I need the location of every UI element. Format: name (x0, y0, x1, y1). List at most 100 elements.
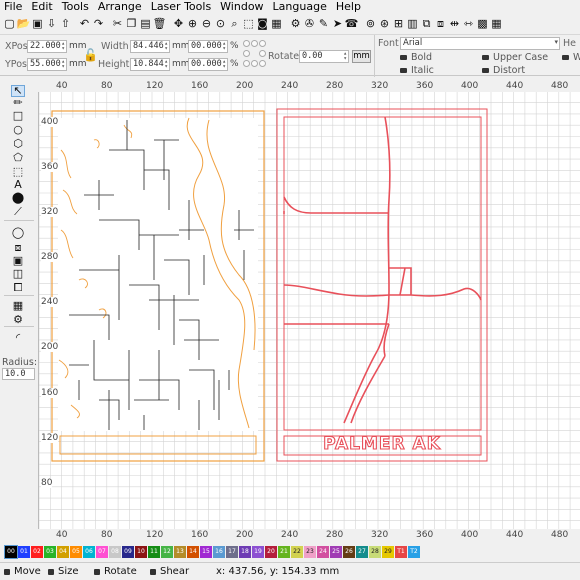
palette-color-26[interactable]: 26 (343, 545, 355, 558)
weld-icon[interactable]: ⧈ (11, 242, 25, 254)
text-icon[interactable]: A (11, 179, 25, 191)
font-select[interactable]: Arial ▾ (400, 37, 560, 50)
trace-image-icon[interactable]: ▦ (270, 17, 283, 31)
copy-icon[interactable]: ❐ (125, 17, 138, 31)
menu-language[interactable]: Language (273, 0, 327, 14)
palette-color-T1[interactable]: T1 (395, 545, 407, 558)
save-icon[interactable]: ▣ (31, 17, 44, 31)
undo-icon[interactable]: ↶ (78, 17, 91, 31)
menu-arrange[interactable]: Arrange (98, 0, 142, 14)
palette-color-24[interactable]: 24 (317, 545, 329, 558)
align-icon[interactable]: ⊞ (392, 17, 405, 31)
distribute-icon[interactable]: ▥ (406, 17, 419, 31)
open-file-icon[interactable]: 📂 (17, 17, 31, 31)
map-title-text[interactable]: PALMER AK (323, 433, 441, 454)
text-box-icon[interactable]: ⬚ (11, 166, 25, 178)
bold-option[interactable]: Bold (400, 52, 432, 63)
palette-color-11[interactable]: 11 (148, 545, 160, 558)
menu-edit[interactable]: Edit (31, 0, 52, 14)
group-icon[interactable]: ⧉ (420, 17, 433, 31)
cut-icon[interactable]: ✂ (111, 17, 124, 31)
zoom-window-icon[interactable]: ⌕ (228, 17, 241, 31)
scale-height-input[interactable]: 00.000 ▴ ▾ (188, 58, 228, 71)
palette-color-19[interactable]: 19 (252, 545, 264, 558)
palette-color-04[interactable]: 04 (57, 545, 69, 558)
rotate-input[interactable]: 0.00 ▴ ▾ (299, 50, 349, 63)
palette-color-29[interactable]: 29 (382, 545, 394, 558)
edit-nodes-icon[interactable]: ⬠ (11, 152, 25, 164)
notification-icon[interactable]: ☎ (345, 17, 359, 31)
palette-color-10[interactable]: 10 (135, 545, 147, 558)
map-panel-right[interactable]: PALMER AK (276, 108, 488, 462)
menu-file[interactable]: File (4, 0, 22, 14)
array-grid-icon[interactable]: ▦ (11, 300, 25, 312)
map-panel-left[interactable] (51, 110, 265, 462)
palette-color-09[interactable]: 09 (122, 545, 134, 558)
zoom-in-icon[interactable]: ⊕ (186, 17, 199, 31)
palette-color-06[interactable]: 06 (83, 545, 95, 558)
delete-icon[interactable]: 🗑 (153, 17, 167, 31)
position-pin-icon[interactable]: ⬤ (11, 192, 25, 204)
new-file-icon[interactable]: ▢ (3, 17, 16, 31)
palette-color-21[interactable]: 21 (278, 545, 290, 558)
distort-option[interactable]: Distort (482, 65, 525, 76)
palette-color-28[interactable]: 28 (369, 545, 381, 558)
status-move[interactable]: Move (4, 566, 41, 577)
export-icon[interactable]: ⇧ (59, 17, 72, 31)
settings-icon[interactable]: ⚙ (289, 17, 302, 31)
anchor-point-bc[interactable] (251, 60, 258, 67)
rectangle-icon[interactable]: □ (11, 110, 25, 122)
width-input[interactable]: 84.446 ▴ ▾ (130, 40, 170, 53)
anchor-point-tr[interactable] (259, 40, 266, 47)
palette-color-02[interactable]: 02 (31, 545, 43, 558)
anchor-point-tl[interactable] (243, 40, 250, 47)
palette-color-05[interactable]: 05 (70, 545, 82, 558)
arrange-icon[interactable]: ▩ (476, 17, 489, 31)
mirror-icon[interactable]: ⇿ (462, 17, 475, 31)
height-input[interactable]: 10.844 ▴ ▾ (130, 58, 170, 71)
palette-color-01[interactable]: 01 (18, 545, 30, 558)
target-icon[interactable]: ⊚ (364, 17, 377, 31)
units-toggle-button[interactable]: mm (352, 50, 371, 63)
boolean-intersect-icon[interactable]: ⧠ (11, 282, 25, 294)
boolean-subtract-icon[interactable]: ◫ (11, 268, 25, 280)
rounded-corner-icon[interactable]: ◜ (11, 332, 25, 344)
palette-color-08[interactable]: 08 (109, 545, 121, 558)
menu-laser-tools[interactable]: Laser Tools (151, 0, 211, 14)
anchor-point-br[interactable] (259, 60, 266, 67)
menu-tools[interactable]: Tools (62, 0, 89, 14)
ungroup-icon[interactable]: ⧈ (434, 17, 447, 31)
status-shear[interactable]: Shear (150, 566, 189, 577)
italic-option[interactable]: Italic (400, 65, 434, 76)
scale-width-input[interactable]: 00.000 ▴ ▾ (188, 40, 228, 53)
palette-color-20[interactable]: 20 (265, 545, 277, 558)
palette-color-14[interactable]: 14 (187, 545, 199, 558)
palette-color-03[interactable]: 03 (44, 545, 56, 558)
pen-draw-icon[interactable]: ✏ (11, 97, 25, 109)
upper-case-option[interactable]: Upper Case (482, 52, 548, 63)
move-tool-icon[interactable]: ✥ (172, 17, 185, 31)
palette-color-17[interactable]: 17 (226, 545, 238, 558)
anchor-point-bl[interactable] (243, 60, 250, 67)
palette-color-00[interactable]: 00 (4, 544, 18, 559)
palette-color-22[interactable]: 22 (291, 545, 303, 558)
paste-icon[interactable]: ▤ (139, 17, 152, 31)
grid-icon[interactable]: ▦ (490, 17, 503, 31)
palette-color-12[interactable]: 12 (161, 545, 173, 558)
circular-array-icon[interactable]: ⚙ (11, 314, 25, 326)
anchor-point-mr[interactable] (259, 50, 266, 57)
palette-color-16[interactable]: 16 (213, 545, 225, 558)
palette-color-T2[interactable]: T2 (408, 545, 420, 558)
ellipse-icon[interactable]: ○ (11, 124, 25, 136)
boolean-union-icon[interactable]: ▣ (11, 255, 25, 267)
zoom-fit-icon[interactable]: ⊙ (214, 17, 227, 31)
weld-option[interactable]: We (562, 52, 580, 63)
palette-color-07[interactable]: 07 (96, 545, 108, 558)
redo-icon[interactable]: ↷ (92, 17, 105, 31)
camera-icon[interactable]: ◙ (256, 17, 269, 31)
palette-color-13[interactable]: 13 (174, 545, 186, 558)
anchor-point-ml[interactable] (243, 50, 250, 57)
frame-icon[interactable]: ⬚ (242, 17, 255, 31)
canvas-svg[interactable]: PALMER AK (38, 79, 580, 542)
palette-color-27[interactable]: 27 (356, 545, 368, 558)
